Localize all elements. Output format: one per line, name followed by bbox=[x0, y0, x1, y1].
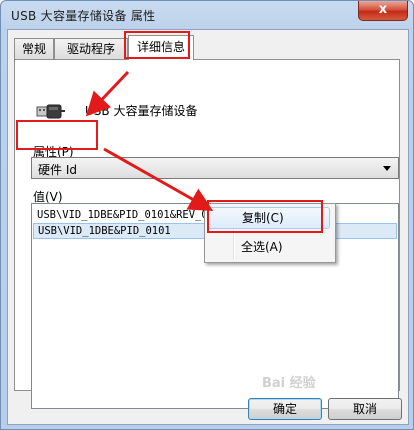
properties-window: USB 大容量存储设备 属性 x 常规 驱动程序 详细信息 USB 大容量存储设… bbox=[0, 0, 414, 430]
chevron-down-icon[interactable] bbox=[383, 166, 391, 171]
cancel-button[interactable]: 取消 bbox=[328, 398, 402, 420]
watermark: Bai 经验 bbox=[262, 376, 316, 391]
title-bar[interactable]: USB 大容量存储设备 属性 x bbox=[1, 1, 413, 29]
context-menu: 复制(C) 全选(A) bbox=[204, 203, 336, 263]
property-select[interactable]: 硬件 Id bbox=[31, 157, 399, 179]
usb-plug-icon bbox=[36, 104, 65, 119]
device-name: USB 大容量存储设备 bbox=[85, 104, 198, 118]
tab-general[interactable]: 常规 bbox=[14, 38, 54, 59]
property-select-value: 硬件 Id bbox=[38, 163, 77, 177]
menu-item-copy[interactable]: 复制(C) bbox=[208, 207, 330, 229]
close-icon: x bbox=[378, 2, 388, 17]
tab-details[interactable]: 详细信息 bbox=[128, 35, 194, 60]
ok-button[interactable]: 确定 bbox=[248, 398, 322, 420]
menu-item-select-all[interactable]: 全选(A) bbox=[208, 236, 330, 258]
close-button[interactable]: x bbox=[358, 1, 408, 21]
window-title: USB 大容量存储设备 属性 bbox=[11, 9, 156, 23]
tab-driver[interactable]: 驱动程序 bbox=[54, 38, 128, 59]
